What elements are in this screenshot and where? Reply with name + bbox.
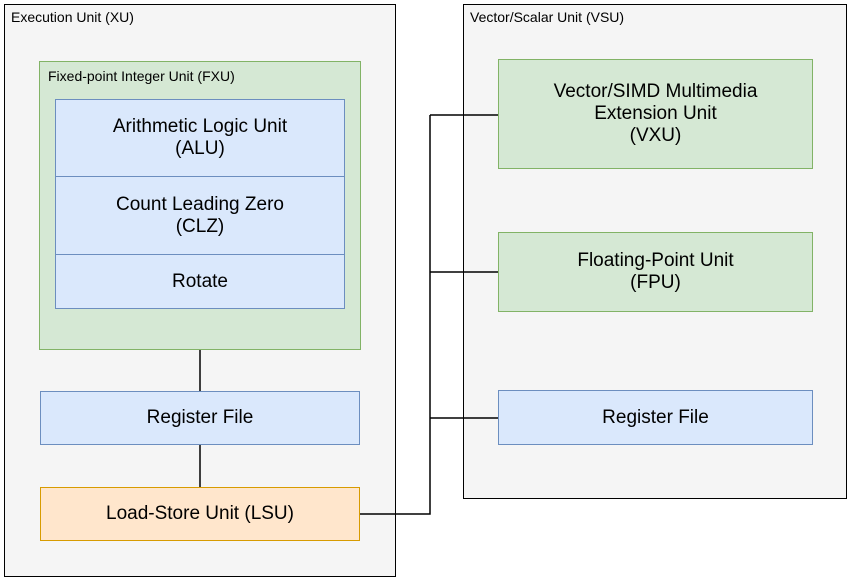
fixed-point-unit-label: Fixed-point Integer Unit (FXU) — [48, 68, 235, 84]
load-store-unit-box: Load-Store Unit (LSU) — [40, 487, 360, 541]
rotate-label: Rotate — [172, 271, 228, 293]
clz-box: Count Leading Zero (CLZ) — [55, 177, 345, 255]
fpu-box: Floating-Point Unit (FPU) — [498, 232, 813, 312]
clz-label: Count Leading Zero (CLZ) — [116, 194, 284, 238]
vsu-register-file-box: Register File — [498, 390, 813, 445]
diagram-canvas: Execution Unit (XU) Vector/Scalar Unit (… — [0, 0, 851, 581]
xu-register-file-box: Register File — [40, 391, 360, 445]
fpu-label: Floating-Point Unit (FPU) — [577, 250, 733, 294]
alu-label: Arithmetic Logic Unit (ALU) — [113, 116, 287, 160]
xu-register-file-label: Register File — [147, 407, 254, 429]
vxu-box: Vector/SIMD Multimedia Extension Unit (V… — [498, 59, 813, 169]
rotate-box: Rotate — [55, 255, 345, 309]
vxu-label: Vector/SIMD Multimedia Extension Unit (V… — [554, 81, 758, 147]
alu-box: Arithmetic Logic Unit (ALU) — [55, 99, 345, 177]
vsu-register-file-label: Register File — [602, 407, 709, 429]
load-store-unit-label: Load-Store Unit (LSU) — [106, 503, 294, 525]
execution-unit-label: Execution Unit (XU) — [11, 9, 134, 25]
vector-scalar-unit-label: Vector/Scalar Unit (VSU) — [470, 9, 624, 25]
